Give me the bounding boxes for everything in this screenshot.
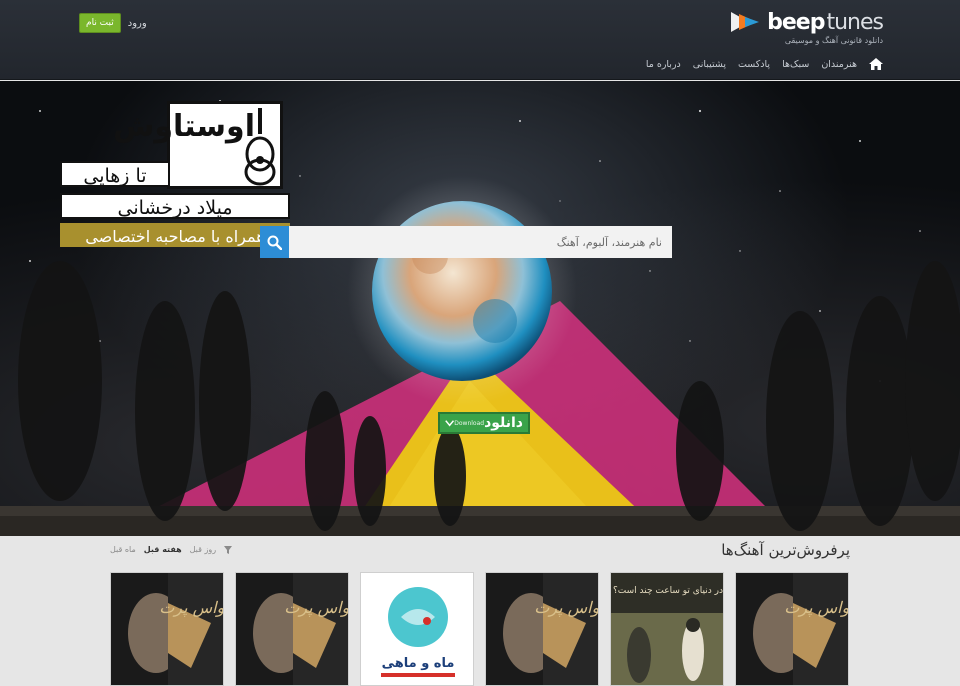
promo-line-2: میلاد درخشانی [60,193,290,219]
login-link[interactable]: ورود [128,18,147,29]
search-button[interactable] [260,226,289,258]
album-card-2[interactable]: حواس پرت [235,572,349,686]
best-sellers-list: حواس پرت حواس پرت ماه و ماهی حواس [110,572,851,686]
download-label: دانلود [484,415,523,431]
album-cover-title: حواس پرت [534,598,599,617]
download-button[interactable]: Download دانلود [438,412,530,434]
register-button[interactable]: ثبت نام [79,13,121,33]
album-cover-image: حواس پرت [486,573,599,685]
album-card-3[interactable]: ماه و ماهی [360,572,474,686]
hero-banner[interactable]: اوستاوش تا زهایی میلاد درخشانی همراه با … [0,81,960,536]
album-cover-image: حواس پرت [111,573,224,685]
nav-item-genres[interactable]: سبک‌ها [782,59,809,70]
nav-item-podcast[interactable]: پادکست [738,59,770,70]
site-header: beep tunes دانلود قانونی آهنگ و موسیقی ث… [0,0,960,80]
album-card-1[interactable]: حواس پرت [110,572,224,686]
search-bar [260,226,672,258]
filter-funnel-icon [224,545,233,554]
home-icon[interactable] [869,58,883,70]
nav-item-about[interactable]: درباره ما [646,59,681,70]
chevron-down-icon [445,420,455,427]
site-logo[interactable]: beep tunes [731,9,884,35]
promo-title: اوستاوش [113,109,255,144]
search-input[interactable] [289,226,672,258]
filter-week[interactable]: هفته قبل [144,545,182,554]
album-cover-image: در دنیای تو ساعت چند است؟ [611,573,723,685]
album-card-5[interactable]: در دنیای تو ساعت چند است؟ [610,572,724,686]
logo-mark-icon [731,12,760,32]
nav-item-artists[interactable]: هنرمندان [821,59,857,70]
download-small-label: Download [454,419,485,427]
nav-item-support[interactable]: پشتیبانی [693,59,726,70]
main-nav: هنرمندان سبک‌ها پادکست پشتیبانی درباره م… [646,58,883,70]
filter-day[interactable]: روز قبل [190,545,216,554]
album-cover-image: حواس پرت [236,573,349,685]
guitar-icon [244,108,276,186]
logo-beep-text: beep [767,9,825,35]
album-cover-title: حواس پرت [784,598,849,617]
promo-line-1: تا زهایی [60,161,170,187]
search-icon [267,235,282,250]
period-filters: ماه قبل هفته قبل روز قبل [110,545,233,554]
album-cover-title: در دنیای تو ساعت چند است؟ [613,586,723,596]
logo-tunes-text: tunes [826,9,884,35]
album-cover-image: حواس پرت [736,573,849,685]
album-cover-title: ماه و ماهی [382,656,455,671]
album-cover-image: ماه و ماهی [361,573,473,685]
best-sellers-title: پرفروش‌ترین آهنگ‌ها [721,541,850,559]
album-card-4[interactable]: حواس پرت [485,572,599,686]
album-card-6[interactable]: حواس پرت [735,572,849,686]
site-tagline: دانلود قانونی آهنگ و موسیقی [784,36,883,45]
filter-month[interactable]: ماه قبل [110,545,136,554]
album-cover-title: حواس پرت [159,598,224,617]
promo-line-3: همراه با مصاحبه اختصاصی [60,223,290,247]
promo-title-box: اوستاوش [113,101,283,189]
auth-links: ثبت نام ورود [79,13,147,33]
album-cover-title: حواس پرت [284,598,349,617]
